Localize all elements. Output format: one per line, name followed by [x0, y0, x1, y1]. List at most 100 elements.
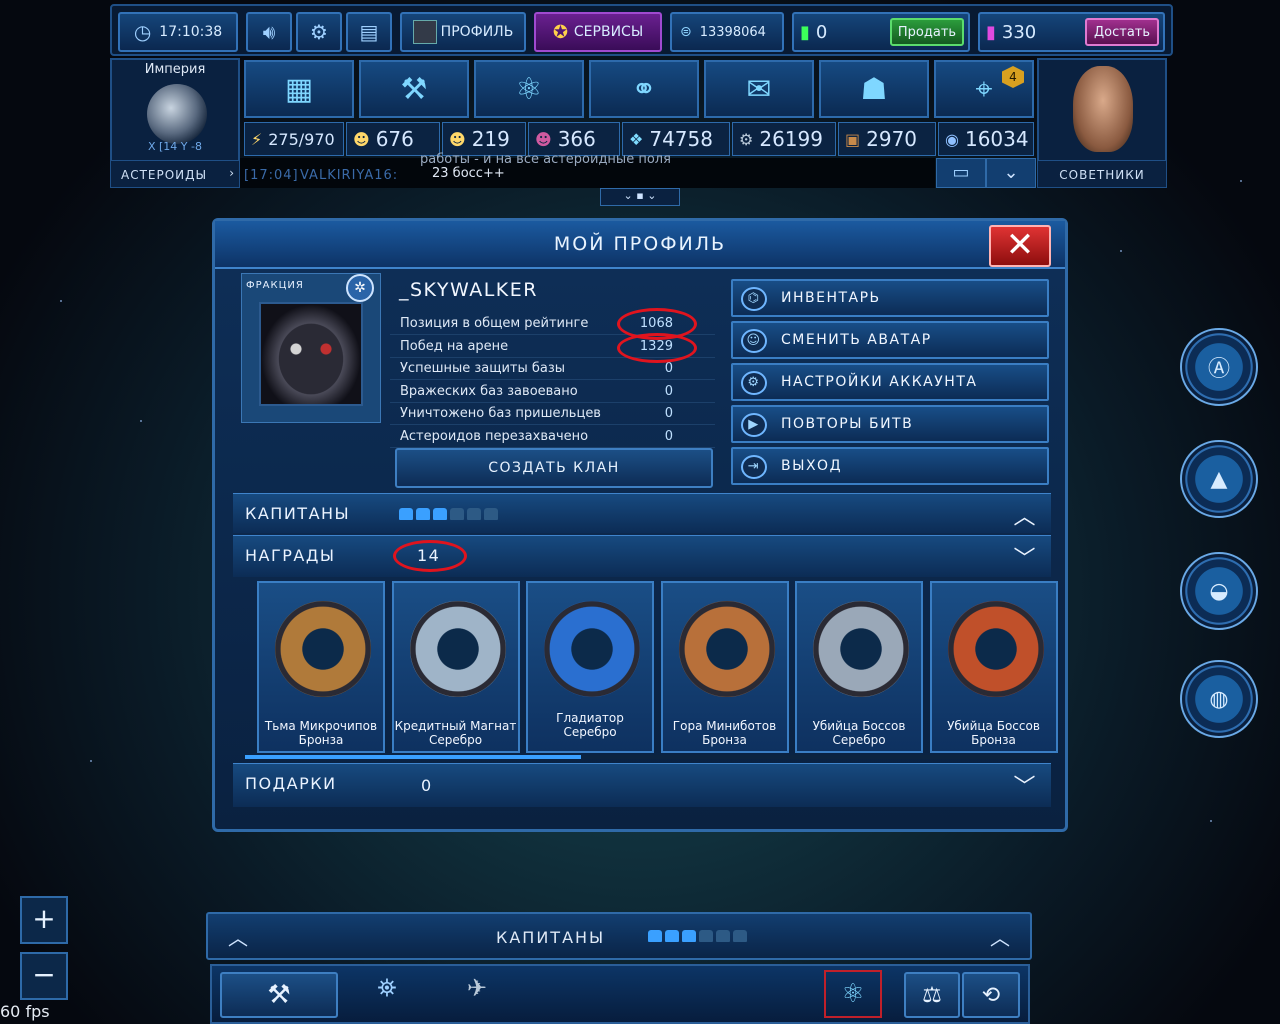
gears-resource: ⚙ 26199 — [732, 122, 836, 156]
close-button[interactable]: ✕ — [989, 225, 1051, 267]
nav-research-button[interactable]: ⚛ — [474, 60, 584, 118]
stat-label: Успешные защиты базы — [400, 361, 566, 376]
profile-button[interactable]: ПРОФИЛЬ — [400, 12, 526, 52]
account-settings-label: НАСТРОЙКИ АККАУНТА — [781, 374, 978, 390]
award-card[interactable]: Гладиатор Серебро — [526, 581, 654, 753]
nav-mail-button[interactable]: ✉ — [704, 60, 814, 118]
exchange-button[interactable]: ⟲ — [962, 972, 1020, 1018]
nav-players-button[interactable]: ☗ — [819, 60, 929, 118]
globe-side-button[interactable]: ◍ — [1180, 660, 1258, 738]
chat-toggle-bar[interactable]: ⌄ ▪ ⌄ — [600, 188, 680, 206]
awards-section-header[interactable]: НАГРАДЫ 14 ﹀ — [233, 535, 1051, 577]
alliance-side-button[interactable]: Ⓐ — [1180, 328, 1258, 406]
zoom-in-button[interactable]: + — [20, 896, 68, 944]
award-name-line2: Бронза — [702, 733, 747, 747]
hangar-side-button[interactable]: ◒ — [1180, 552, 1258, 630]
fps-counter: 60 fps — [0, 1002, 50, 1021]
people-icon: ☗ — [860, 71, 888, 107]
award-card[interactable]: Гора Миниботов Бронза — [660, 581, 789, 753]
award-card[interactable]: Убийца Боссов Серебро — [795, 581, 923, 753]
chevron-up-icon: ︿ — [1013, 505, 1037, 530]
change-avatar-label: СМЕНИТЬ АВАТАР — [781, 332, 932, 348]
change-avatar-button[interactable]: ☺ СМЕНИТЬ АВАТАР — [731, 321, 1049, 359]
stat-value: 0 — [664, 428, 673, 444]
bottom-captains-slots — [648, 930, 747, 942]
awards-scrollbar-thumb[interactable] — [245, 755, 581, 759]
nav-missions-button[interactable]: ⌖ 4 — [934, 60, 1034, 118]
resource-2-value: 219 — [471, 127, 510, 151]
profile-dialog: МОЙ ПРОФИЛЬ ✕ ФРАКЦИЯ ✲ _SKYWALKER Позиц… — [212, 218, 1068, 832]
award-medal-icon — [678, 601, 775, 697]
sound-button[interactable]: 🔊︎ — [246, 12, 292, 52]
satellite-icon: ⛯ — [377, 974, 397, 1002]
chat-expand-button[interactable]: ⌄ — [986, 158, 1036, 188]
advisors-button[interactable]: СОВЕТНИКИ — [1037, 160, 1167, 188]
nav-alliance-button[interactable]: ⚭ — [589, 60, 699, 118]
gear-icon: ⚙ — [739, 129, 754, 149]
build-button[interactable]: ⚒ — [220, 972, 338, 1018]
chat-line1: работы - и на все астероидные поля — [420, 152, 671, 167]
fleet-side-button[interactable]: ▲ — [1180, 440, 1258, 518]
green-resource: ▮ 0 Продать — [792, 12, 970, 52]
bottom-captains-bar[interactable]: ︿ КАПИТАНЫ ︿ — [206, 912, 1032, 960]
research-dock-button[interactable]: ⚛ — [824, 970, 882, 1018]
nav-bank-button[interactable]: ▦ — [244, 60, 354, 118]
get-button[interactable]: Достать — [1085, 18, 1159, 46]
dock-item-2[interactable]: ✈ — [452, 974, 502, 1016]
core-icon: ◉ — [945, 129, 959, 149]
zoom-out-button[interactable]: − — [20, 952, 68, 1000]
award-name-line1: Убийца Боссов — [947, 719, 1040, 733]
avatar — [259, 302, 363, 406]
award-name: Убийца Боссов Бронза — [932, 719, 1056, 747]
empire-coords: X [14 Y -8 — [147, 140, 202, 153]
exit-icon: ⇥ — [741, 455, 767, 479]
award-medal-icon — [947, 601, 1044, 697]
battle-replays-button[interactable]: ▶ ПОВТОРЫ БИТВ — [731, 405, 1049, 443]
resource-2: ☻ 219 — [442, 122, 526, 156]
saucer-icon: ◒ — [1209, 578, 1229, 604]
award-card[interactable]: Кредитный Магнат Серебро — [391, 581, 520, 753]
faction-icon: ✲ — [346, 274, 374, 302]
missions-badge: 4 — [1002, 66, 1024, 88]
awards-scrollbar[interactable] — [245, 755, 1051, 759]
award-name-line2: Серебро — [832, 733, 886, 747]
notes-button[interactable]: ▤ — [346, 12, 392, 52]
trade-button[interactable]: ⚖ — [904, 972, 960, 1018]
gifts-section-header[interactable]: ПОДАРКИ 0 ﹀ — [233, 763, 1051, 807]
crates-resource: ▣ 2970 — [838, 122, 936, 156]
sell-button[interactable]: Продать — [890, 18, 964, 46]
core-resource: ◉ 16034 — [938, 122, 1034, 156]
atom-icon: ⚛ — [841, 979, 865, 1009]
gifts-label: ПОДАРКИ — [245, 774, 337, 793]
award-card[interactable]: Тьма Микрочипов Бронза — [257, 581, 385, 753]
exit-button[interactable]: ⇥ ВЫХОД — [731, 447, 1049, 485]
asteroids-button[interactable]: АСТЕРОИДЫ › — [110, 160, 240, 188]
settings-button[interactable]: ⚙ — [296, 12, 342, 52]
credits-value: 13398064 — [699, 24, 766, 40]
account-settings-button[interactable]: ⚙ НАСТРОЙКИ АККАУНТА — [731, 363, 1049, 401]
create-clan-button[interactable]: СОЗДАТЬ КЛАН — [395, 448, 713, 488]
award-card[interactable]: Убийца Боссов Бронза — [929, 581, 1058, 753]
exit-label: ВЫХОД — [781, 458, 843, 474]
chat-open-button[interactable]: ▭ — [936, 158, 986, 188]
captains-section-header[interactable]: КАПИТАНЫ ︿ — [233, 493, 1051, 533]
stat-row: Уничтожено баз пришельцев 0 — [390, 403, 715, 425]
empire-planet-icon — [147, 84, 207, 144]
stat-row: Астероидов перезахвачено 0 — [390, 426, 715, 448]
awards-count-highlight — [393, 540, 467, 572]
resource-3: ☻ 366 — [528, 122, 620, 156]
plus-icon: + — [32, 902, 56, 935]
gear-icon: ⚙ — [310, 20, 328, 44]
hammer-wrench-icon: ⚒ — [267, 980, 291, 1010]
officer-icon: ☻ — [449, 129, 466, 149]
nav-auction-button[interactable]: ⚒ — [359, 60, 469, 118]
inventory-button[interactable]: ⌬ ИНВЕНТАРЬ — [731, 279, 1049, 317]
crystals-value: 74758 — [649, 127, 713, 151]
chevron-up-icon: ︿ — [228, 926, 248, 950]
dock-item-1[interactable]: ⛯ — [362, 974, 412, 1016]
energy-resource: ⚡ 275/970 — [244, 122, 344, 156]
services-button[interactable]: ✪ СЕРВИСЫ — [534, 12, 662, 52]
lightning-icon: ⚡ — [251, 129, 263, 149]
chat-line[interactable]: работы - и на все астероидные поля [17:0… — [240, 152, 935, 188]
captains-label: КАПИТАНЫ — [245, 504, 351, 523]
